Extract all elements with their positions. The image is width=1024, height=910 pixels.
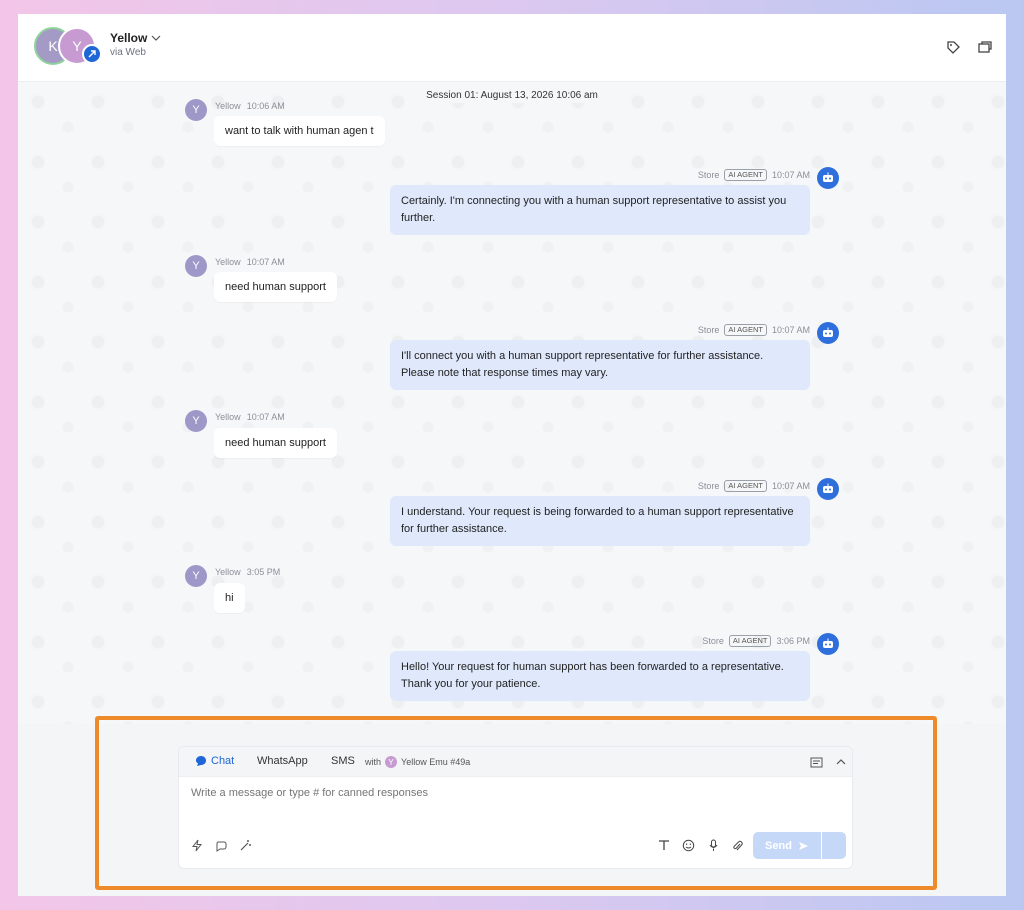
user-message: need human support — [214, 428, 337, 458]
message-meta: Store AI AGENT 10:07 AM — [698, 169, 810, 181]
ai-agent-badge: AI AGENT — [724, 169, 767, 181]
send-label: Send — [765, 839, 792, 852]
bot-avatar-icon — [817, 322, 839, 344]
recipient-name: Yellow Emu #49a — [401, 757, 471, 767]
send-button[interactable]: Send — [753, 832, 821, 859]
agent-message: I understand. Your request is being forw… — [390, 496, 810, 546]
contact-name-label: Yellow — [110, 31, 148, 45]
avatar: Y — [185, 255, 207, 277]
ai-agent-badge: AI AGENT — [724, 480, 767, 492]
message-meta: Store AI AGENT 3:06 PM — [702, 635, 810, 647]
channel-tabs: Chat WhatsApp SMS with Y Yellow Emu #49a — [179, 747, 852, 777]
composer-area: Chat WhatsApp SMS with Y Yellow Emu #49a — [18, 724, 1006, 896]
tab-whatsapp[interactable]: WhatsApp — [257, 755, 308, 767]
ai-agent-badge: AI AGENT — [728, 635, 772, 647]
tab-sms[interactable]: SMS — [331, 755, 355, 767]
message-meta: Store AI AGENT 10:07 AM — [698, 480, 810, 492]
agent-message: I'll connect you with a human support re… — [390, 340, 810, 390]
channel-label: via Web — [110, 47, 146, 58]
session-label-text: Session 01: August 13, 2026 10:06 am — [420, 88, 604, 103]
ai-sparkle-icon[interactable] — [213, 837, 229, 853]
with-label: with — [365, 757, 382, 767]
chat-bubble-icon — [196, 756, 206, 766]
message-meta: Yellow 10:07 AM — [215, 257, 285, 267]
sender-name: Store — [702, 636, 724, 646]
magic-wand-icon[interactable] — [237, 837, 253, 853]
session-label: Session 01: August 13, 2026 10:06 am — [18, 88, 1006, 103]
sender-name: Store — [697, 170, 720, 180]
tab-chat[interactable]: Chat — [195, 755, 234, 767]
message-list[interactable]: Session 01: August 13, 2026 10:06 am Y Y… — [18, 82, 1006, 724]
avatar: Y — [385, 756, 398, 768]
web-channel-icon — [82, 44, 102, 64]
avatar-initial: Y — [192, 260, 200, 272]
bot-avatar-icon — [817, 167, 839, 189]
avatar: Y — [185, 99, 207, 121]
bot-avatar-icon — [817, 478, 839, 500]
bot-avatar-icon — [817, 633, 839, 655]
message-time: 3:05 PM — [246, 567, 281, 577]
message-time: 10:07 AM — [246, 412, 285, 422]
recipient: with Y Yellow Emu #49a — [365, 756, 470, 768]
message-meta: Yellow 3:05 PM — [215, 567, 280, 577]
message-time: 3:06 PM — [776, 636, 810, 646]
ai-agent-badge: AI AGENT — [724, 324, 767, 336]
message-time: 10:07 AM — [771, 325, 810, 335]
conversation-header: K Y Yellow via Web — [18, 14, 1006, 82]
send-icon — [798, 841, 808, 850]
message-time: 10:07 AM — [771, 481, 810, 491]
sender-name: Store — [697, 481, 720, 491]
attachment-icon[interactable] — [729, 837, 745, 853]
agent-message: Certainly. I'm connecting you with a hum… — [390, 185, 810, 235]
tab-chat-label: Chat — [211, 755, 235, 767]
sender-name: Yellow — [215, 567, 241, 577]
user-message: need human support — [214, 272, 337, 302]
avatar-initial: K — [48, 38, 58, 54]
sender-name: Yellow — [215, 257, 241, 267]
user-message: want to talk with human agen t — [214, 116, 385, 146]
message-composer: Chat WhatsApp SMS with Y Yellow Emu #49a — [178, 746, 853, 869]
text-format-icon[interactable] — [656, 837, 672, 853]
avatar-initial: Y — [192, 415, 200, 427]
microphone-icon[interactable] — [705, 837, 721, 853]
tag-icon[interactable] — [944, 38, 962, 56]
avatar-initial: Y — [72, 38, 82, 54]
chevron-up-icon[interactable] — [834, 755, 848, 769]
lightning-icon[interactable] — [189, 837, 205, 853]
emoji-icon[interactable] — [680, 837, 696, 853]
message-time: 10:07 AM — [771, 170, 810, 180]
sender-name: Yellow — [215, 101, 241, 111]
agent-message: Hello! Your request for human support ha… — [390, 651, 810, 701]
user-message: hi — [214, 583, 245, 613]
chat-window: K Y Yellow via Web Session 01: August 13… — [18, 14, 1006, 896]
send-options-button[interactable] — [822, 832, 846, 859]
avatar-initial: Y — [192, 104, 200, 116]
avatar: Y — [185, 410, 207, 432]
message-time: 10:06 AM — [246, 101, 285, 111]
chevron-down-icon — [151, 35, 161, 41]
message-input[interactable] — [191, 787, 831, 799]
canned-responses-icon[interactable] — [809, 755, 823, 769]
avatar: Y — [185, 565, 207, 587]
message-meta: Yellow 10:07 AM — [215, 412, 285, 422]
message-meta: Yellow 10:06 AM — [215, 101, 285, 111]
contact-name[interactable]: Yellow — [110, 31, 161, 45]
message-time: 10:07 AM — [246, 257, 285, 267]
sender-name: Store — [697, 325, 720, 335]
avatar-initial: Y — [192, 570, 200, 582]
message-meta: Store AI AGENT 10:07 AM — [698, 324, 810, 336]
sender-name: Yellow — [215, 412, 241, 422]
window-icon[interactable] — [976, 38, 994, 56]
